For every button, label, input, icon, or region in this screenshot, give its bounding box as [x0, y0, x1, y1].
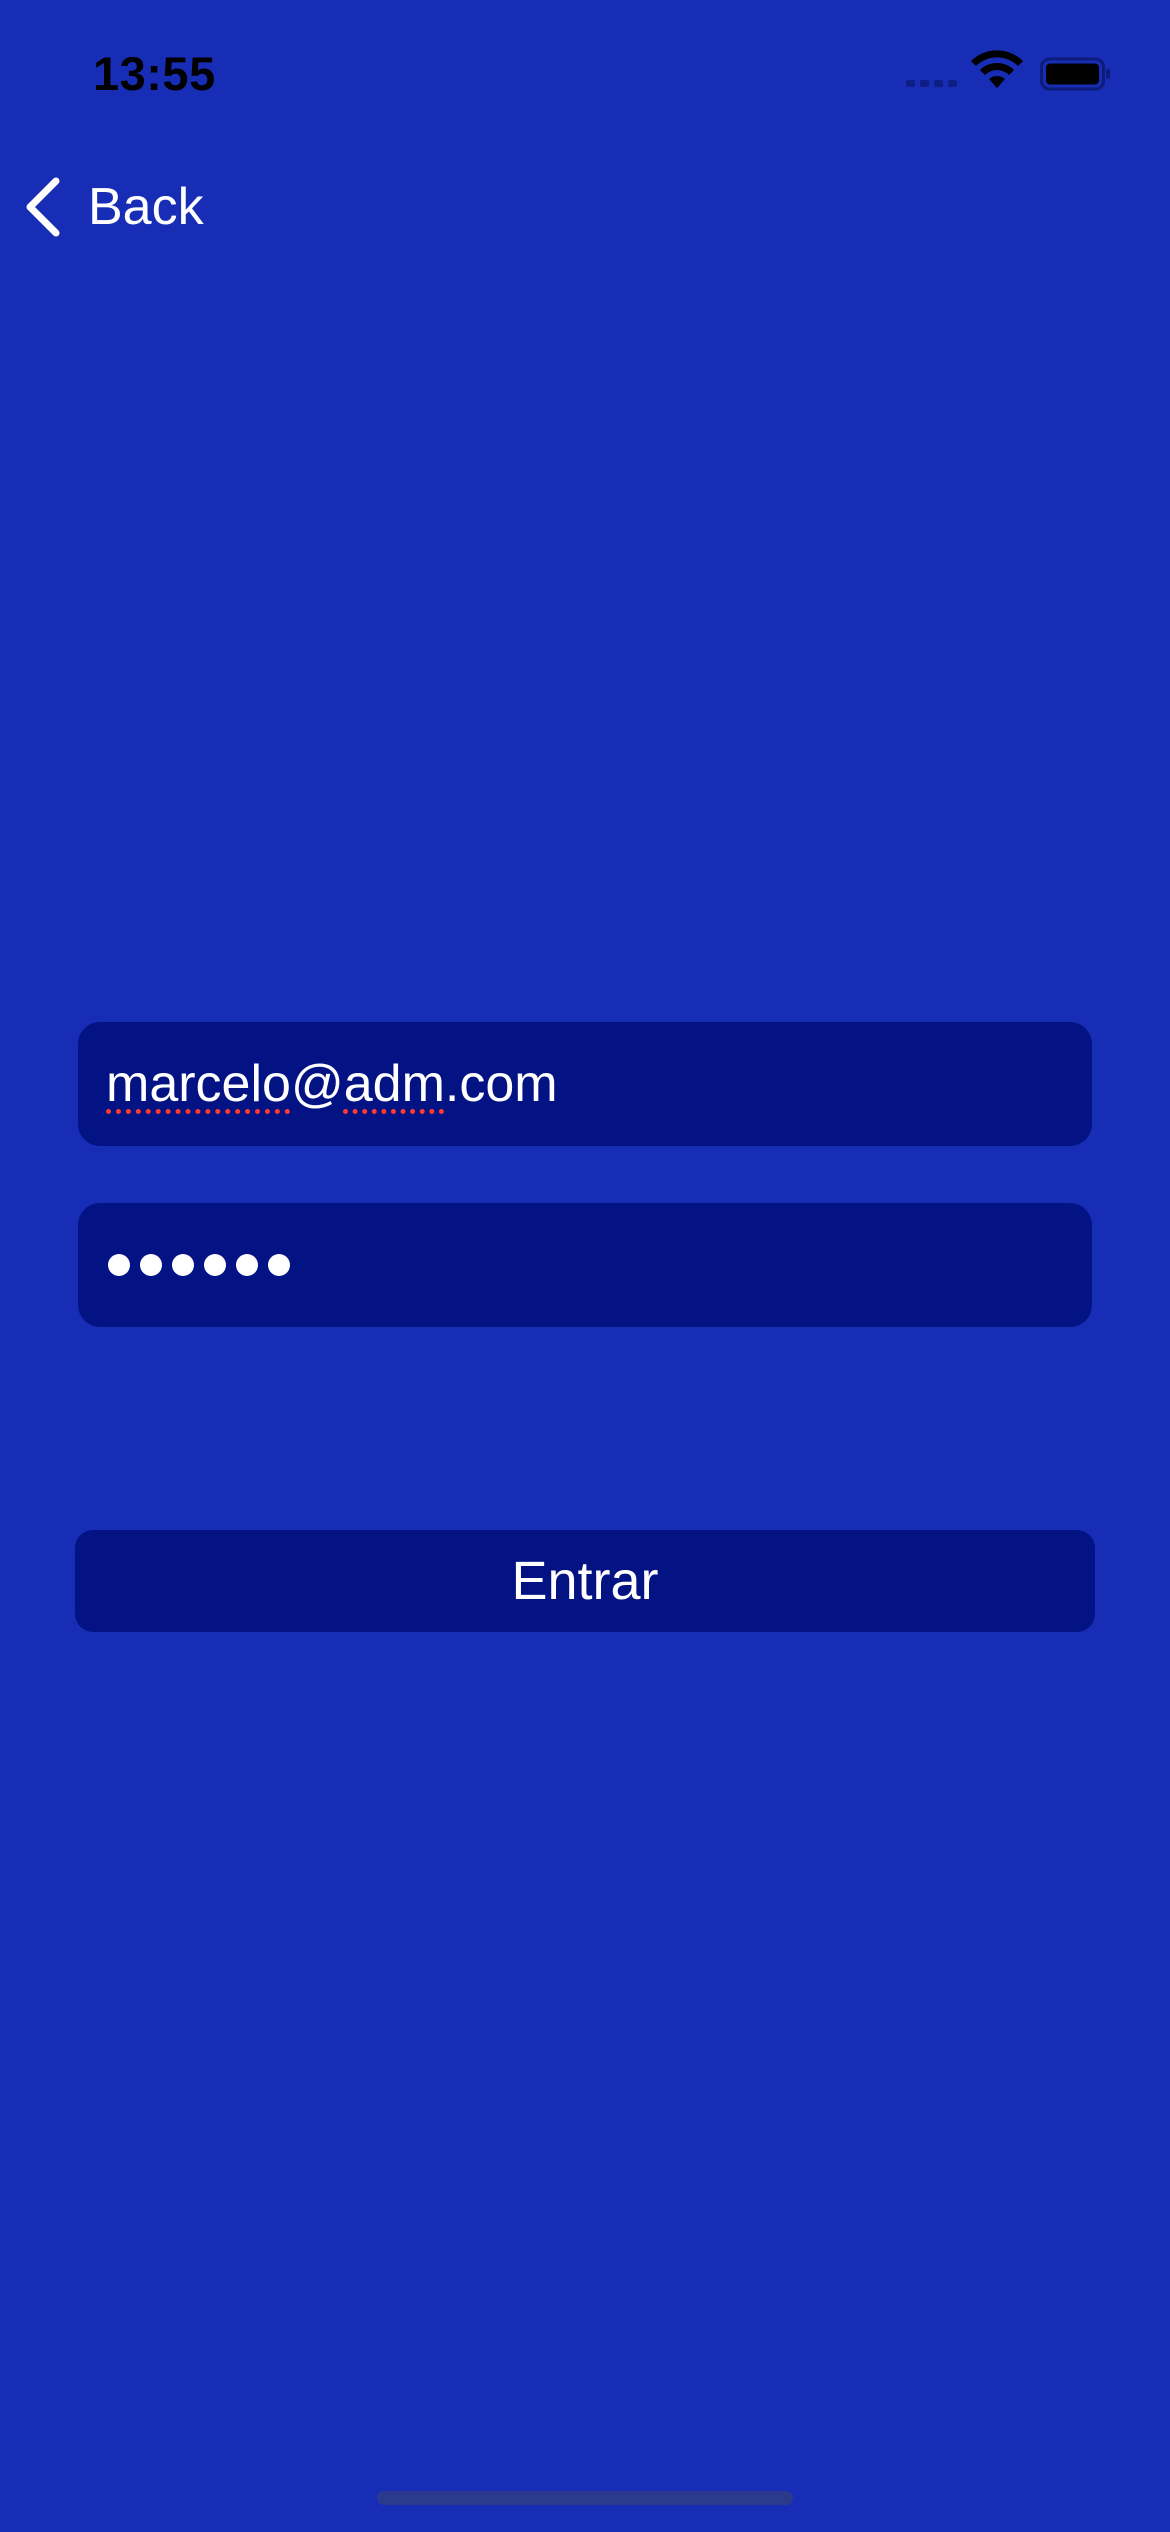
submit-button[interactable]: Entrar [75, 1530, 1095, 1632]
cellular-signal-icon [906, 80, 957, 87]
email-value-domain: adm [343, 1055, 445, 1113]
email-value-at: @ [290, 1055, 344, 1113]
email-value-user: marcelo [106, 1055, 291, 1113]
password-field[interactable] [78, 1203, 1092, 1327]
home-indicator [377, 2491, 793, 2505]
back-button[interactable]: Back [22, 172, 204, 242]
battery-icon [1040, 57, 1110, 91]
chevron-left-icon [26, 177, 60, 237]
wifi-icon [971, 50, 1023, 88]
back-label: Back [88, 178, 204, 236]
email-value-tld: .com [444, 1055, 558, 1113]
email-field[interactable]: marcelo@adm.com [78, 1022, 1092, 1146]
password-value [108, 1254, 290, 1276]
email-value: marcelo@adm.com [106, 1054, 558, 1114]
status-time: 13:55 [93, 47, 216, 100]
status-bar: 13:55 [0, 0, 1170, 150]
